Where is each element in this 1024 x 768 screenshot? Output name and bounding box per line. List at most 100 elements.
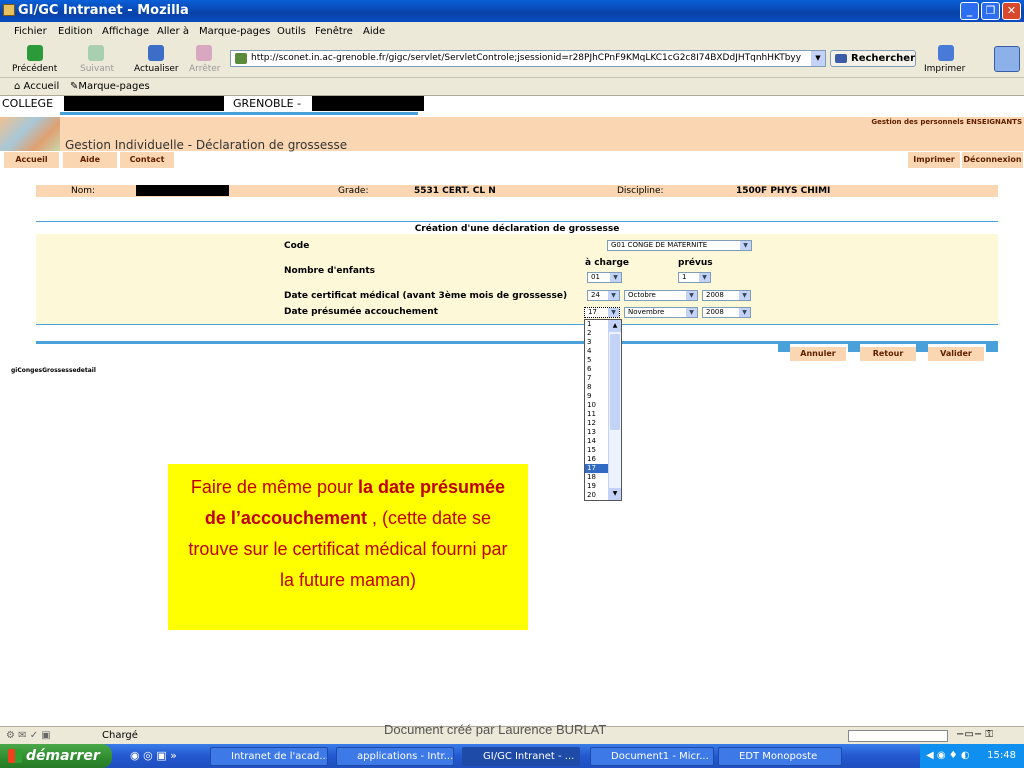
annotation-note: Faire de même pour la date présumée de l… <box>168 464 528 630</box>
nav-bar: Accueil Aide Contact Imprimer Déconnexio… <box>0 152 1024 169</box>
print-button[interactable]: Imprimer <box>924 64 965 74</box>
a-charge-label: à charge <box>585 258 630 268</box>
nav-accueil[interactable]: Accueil <box>4 152 59 168</box>
menu-aller[interactable]: Aller à <box>157 26 189 37</box>
status-icons: ⚙ ✉ ✓ ▣ <box>6 730 51 741</box>
accouch-year-select[interactable]: 2008 ▼ <box>702 307 751 318</box>
accouch-day-select[interactable]: 17 ▼ <box>584 307 620 318</box>
annuler-button[interactable]: Annuler <box>790 347 846 361</box>
college-header: COLLEGE GRENOBLE - <box>0 96 424 112</box>
task-edt[interactable]: EDT Monoposte <box>718 747 842 766</box>
quicklaunch-icons[interactable]: ◉ ◎ ▣ » <box>130 749 177 762</box>
task-intranet[interactable]: Intranet de l'acad... <box>210 747 328 766</box>
certif-year-select[interactable]: 2008 ▼ <box>702 290 751 301</box>
search-button[interactable]: Rechercher <box>830 50 916 67</box>
menu-fichier[interactable]: Fichier <box>14 26 47 37</box>
tray-icons[interactable]: ◀ ◉ ♦ ◐ <box>926 744 970 768</box>
redacted-block <box>312 96 424 111</box>
page-title: Gestion Individuelle - Déclaration de gr… <box>65 138 348 152</box>
printer-icon[interactable] <box>938 45 954 61</box>
scroll-down-icon[interactable]: ▼ <box>609 488 621 500</box>
maximize-button[interactable]: ❐ <box>981 2 1000 20</box>
button-cap <box>848 344 860 352</box>
a-charge-select[interactable]: 01 ▼ <box>587 272 622 283</box>
reload-button[interactable]: Actualiser <box>134 64 179 74</box>
banner-photo <box>0 117 60 151</box>
form-top-line <box>36 221 998 222</box>
url-field[interactable]: http://sconet.in.ac-grenoble.fr/gigc/ser… <box>230 50 826 67</box>
valider-button[interactable]: Valider <box>928 347 984 361</box>
nav-deconnexion[interactable]: Déconnexion <box>962 152 1023 168</box>
search-label: Rechercher <box>851 53 916 64</box>
banner-subtitle: Gestion des personnels ENSEIGNANTS <box>871 118 1022 126</box>
form-body: Code G01 CONGE DE MATERNITE ▼ à charge pr… <box>36 234 998 324</box>
bookmark-accueil[interactable]: ⌂ Accueil <box>14 81 59 92</box>
close-button[interactable]: ✕ <box>1002 2 1021 20</box>
app-icon <box>3 4 15 16</box>
redacted-name <box>136 185 229 196</box>
button-cap <box>986 344 998 352</box>
retour-button[interactable]: Retour <box>860 347 916 361</box>
dropdown-arrow-icon: ▼ <box>686 308 697 317</box>
task-applications[interactable]: applications - Intr... <box>336 747 454 766</box>
bookmark-marque-pages[interactable]: ✎Marque-pages <box>70 81 150 92</box>
task-document1[interactable]: Document1 - Micr... <box>590 747 714 766</box>
dropdown-arrow-icon: ▼ <box>740 241 751 250</box>
task-gigc[interactable]: GI/GC Intranet - ... <box>462 747 580 766</box>
certif-month-select[interactable]: Octobre ▼ <box>624 290 698 301</box>
url-dropdown-icon[interactable]: ▼ <box>811 51 825 66</box>
dropdown-arrow-icon: ▼ <box>686 291 697 300</box>
reload-icon[interactable] <box>148 45 164 61</box>
redacted-block <box>64 96 224 111</box>
minimize-button[interactable]: _ <box>960 2 979 20</box>
nav-aide[interactable]: Aide <box>63 152 117 168</box>
scroll-thumb[interactable] <box>610 334 620 430</box>
forward-button[interactable]: Suivant <box>80 64 114 74</box>
menu-affichage[interactable]: Affichage <box>102 26 149 37</box>
menu-fenetre[interactable]: Fenêtre <box>315 26 353 37</box>
code-select[interactable]: G01 CONGE DE MATERNITE ▼ <box>607 240 752 251</box>
menu-edition[interactable]: Edition <box>58 26 93 37</box>
system-tray: ◀ ◉ ♦ ◐ 15:48 <box>920 744 1024 768</box>
day-dropdown-list[interactable]: 1 2 3 4 5 6 7 8 9 10 11 12 13 14 15 16 1… <box>584 319 622 501</box>
bookmarks-bar: ⌂ Accueil ✎Marque-pages <box>0 78 1024 96</box>
stop-icon[interactable] <box>196 45 212 61</box>
start-button[interactable]: démarrer <box>0 744 112 768</box>
scroll-up-icon[interactable]: ▲ <box>609 320 621 332</box>
button-cap <box>916 344 928 352</box>
progress-bar <box>848 730 948 742</box>
nav-contact[interactable]: Contact <box>120 152 174 168</box>
grade-label: Grade: <box>338 186 369 196</box>
back-button[interactable]: Précédent <box>12 64 57 74</box>
button-cap <box>778 344 790 352</box>
prevus-select[interactable]: 1 ▼ <box>678 272 711 283</box>
info-row: Nom: Grade: 5531 CERT. CL N Discipline: … <box>36 185 998 197</box>
dropdown-arrow-icon: ▼ <box>739 308 750 317</box>
certif-day-select[interactable]: 24 ▼ <box>587 290 620 301</box>
menu-outils[interactable]: Outils <box>277 26 306 37</box>
nav-imprimer[interactable]: Imprimer <box>908 152 960 168</box>
nom-label: Nom: <box>71 186 96 196</box>
menu-marque-pages[interactable]: Marque-pages <box>199 26 270 37</box>
security-icon: −▭− ⚿ <box>956 729 993 740</box>
dropdown-arrow-icon: ▼ <box>608 291 619 300</box>
forward-arrow-icon[interactable] <box>88 45 104 61</box>
window-title: GI/GC Intranet - Mozilla <box>18 3 189 18</box>
note-text-1: Faire de même pour <box>190 477 358 497</box>
url-text: http://sconet.in.ac-grenoble.fr/gigc/ser… <box>251 53 802 63</box>
windows-logo-icon <box>8 749 22 763</box>
accouch-label: Date présumée accouchement <box>284 307 438 317</box>
grade-value: 5531 CERT. CL N <box>414 186 496 196</box>
back-arrow-icon[interactable] <box>27 45 43 61</box>
stop-button[interactable]: Arrêter <box>189 64 221 74</box>
code-label: Code <box>284 241 310 251</box>
page-banner: Gestion Individuelle - Déclaration de gr… <box>0 117 1024 152</box>
dropdown-arrow-icon: ▼ <box>608 308 619 317</box>
menu-aide[interactable]: Aide <box>363 26 385 37</box>
dropdown-arrow-icon: ▼ <box>699 273 710 282</box>
status-text: Chargé <box>102 730 138 741</box>
college-label: COLLEGE <box>2 97 54 110</box>
throbber-icon <box>994 46 1020 72</box>
dropdown-scrollbar[interactable]: ▲ ▼ <box>608 320 621 500</box>
accouch-month-select[interactable]: Novembre ▼ <box>624 307 698 318</box>
